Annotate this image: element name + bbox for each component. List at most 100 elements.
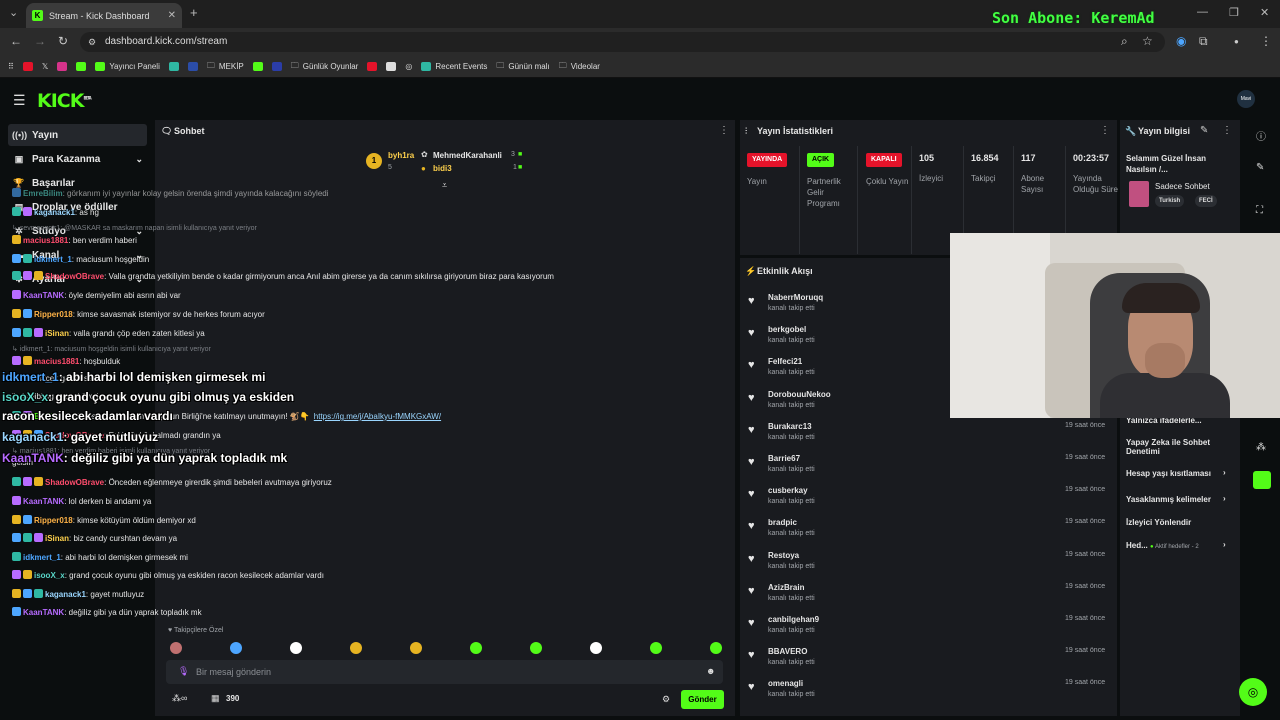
stats-menu-icon[interactable]: ⋮ xyxy=(1100,125,1110,136)
minimize-icon[interactable]: — xyxy=(1197,6,1208,18)
emote-icon[interactable] xyxy=(710,642,722,654)
youtube-bookmark[interactable] xyxy=(22,62,33,71)
back-icon[interactable]: ← xyxy=(10,34,22,48)
bookmark-icon-5[interactable] xyxy=(386,62,397,71)
chat-username[interactable]: iSinan xyxy=(45,329,69,338)
tag-feci[interactable]: FECİ xyxy=(1195,195,1217,207)
bookmark-icon-4[interactable] xyxy=(271,62,282,71)
extensions-puzzle-icon[interactable]: ⧉ xyxy=(1199,34,1208,49)
category-name[interactable]: Sadece Sohbet xyxy=(1155,182,1210,191)
chat-username[interactable]: KaanTANK xyxy=(23,291,64,300)
chat-message[interactable]: idkmert_1: maciusum hoşgeldin xyxy=(12,254,149,264)
chat-message[interactable]: KaanTANK: değiliz gibi ya dün yaprak top… xyxy=(12,607,202,617)
chat-message[interactable]: Ripper018: kimse kötüyüm öldüm demiyor x… xyxy=(12,515,196,525)
chat-message[interactable]: Ripper018: kimse savasmak istemiyor sv d… xyxy=(12,309,265,319)
chat-username[interactable]: idkmert_1 xyxy=(23,553,61,562)
bookmark-icon-6[interactable]: ◎ xyxy=(405,62,412,71)
info-setting-row[interactable]: Yapay Zeka ile Sohbet Denetimi xyxy=(1126,438,1221,456)
chat-username[interactable]: Ripper018 xyxy=(34,516,73,525)
chat-username[interactable]: EmreBilim xyxy=(23,189,63,198)
chat-message[interactable]: kaganack1: as hg xyxy=(12,207,99,217)
emote-icon[interactable] xyxy=(230,642,242,654)
mic-icon[interactable]: 🎙 xyxy=(178,666,189,677)
extension-icon[interactable]: ◉ xyxy=(1176,34,1186,48)
bookmark-gunluk-oyunlar[interactable]: 🗀 Günlük Oyunlar xyxy=(291,60,359,74)
chevron-down-icon[interactable]: ⌄ xyxy=(135,154,143,165)
support-chat-icon[interactable]: ◎ xyxy=(1239,678,1267,706)
chat-message[interactable]: ShadowOBrave: Önceden eğlenmeye girerdik… xyxy=(12,477,332,487)
apps-icon[interactable]: ⠿ xyxy=(8,62,14,71)
event-username[interactable]: cusberkay xyxy=(768,486,808,495)
event-username[interactable]: DorobouuNekoo xyxy=(768,390,831,399)
event-username[interactable]: canbilgehan9 xyxy=(768,615,819,624)
kick-bookmark[interactable] xyxy=(76,62,87,71)
event-username[interactable]: Burakarc13 xyxy=(768,422,812,431)
chat-message[interactable]: KaanTANK: öyle demiyelim abi asrın abi v… xyxy=(12,290,181,300)
emote-icon[interactable] xyxy=(290,642,302,654)
chat-link[interactable]: https://ig.me/j/AbaIkyu-fMMKGxAW/ xyxy=(314,412,441,421)
browser-tab[interactable]: K Stream - Kick Dashboard ✕ xyxy=(26,3,182,28)
bookmark-videolar[interactable]: 🗀 Videolar xyxy=(559,60,600,74)
chat-message[interactable]: KaanTANK: lol derken bi andamı ya xyxy=(12,496,151,506)
hamburger-menu-icon[interactable]: ☰ xyxy=(13,92,26,109)
chat-message[interactable]: iSinan: valla grandı çöp eden zaten kitl… xyxy=(12,328,205,338)
emote-icon[interactable] xyxy=(470,642,482,654)
tag-turkish[interactable]: Turkish xyxy=(1155,195,1185,207)
close-window-icon[interactable]: ✕ xyxy=(1260,6,1269,19)
bookmark-yayinci-paneli[interactable]: Yayıncı Paneli xyxy=(95,62,160,71)
chevron-right-icon[interactable]: › xyxy=(1223,494,1226,503)
avatar[interactable]: Mavi xyxy=(1237,90,1255,108)
share-icon[interactable]: ⁂ xyxy=(1256,442,1266,453)
category-thumbnail[interactable] xyxy=(1129,181,1149,207)
leader-user[interactable]: byh1ra xyxy=(388,151,414,160)
sidebar-item-0[interactable]: ((•)) Yayın xyxy=(8,124,147,146)
leader-user-2[interactable]: MehmedKarahanli xyxy=(433,151,502,160)
chat-message[interactable]: macius1881: hoşbulduk xyxy=(12,356,120,366)
emote-icon[interactable] xyxy=(170,642,182,654)
expand-leaderboard-icon[interactable]: ⩡ xyxy=(442,180,447,191)
chat-message[interactable]: macius1881: ben verdim haberi xyxy=(12,235,137,245)
chevron-right-icon[interactable]: › xyxy=(1223,468,1226,477)
bookmark-gunun-mali[interactable]: 🗀 Günün malı xyxy=(496,60,549,74)
chat-username[interactable]: macius1881 xyxy=(23,236,68,245)
info-setting-row[interactable]: Yasaklanmış kelimeler xyxy=(1126,495,1211,504)
kick-bookmark-2[interactable] xyxy=(252,62,263,71)
bookmark-recent-events[interactable]: Recent Events xyxy=(421,62,487,71)
goals-row[interactable]: Hed... ● Aktif hedefler - 2 xyxy=(1126,541,1199,550)
x-bookmark[interactable]: 𝕏 xyxy=(42,62,48,71)
chat-message[interactable]: ShadowOBrave: Valla grandta yetkiliyim b… xyxy=(12,271,554,281)
chat-message[interactable]: EmreBilim: görkanım iyi yayınlar kolay g… xyxy=(12,188,329,198)
info-setting-row[interactable]: İzleyici Yönlendir xyxy=(1126,518,1191,527)
chat-users-icon[interactable]: ⁂∞ xyxy=(172,693,187,704)
maximize-icon[interactable]: ❐ xyxy=(1229,6,1239,19)
chat-username[interactable]: KaanTANK xyxy=(23,608,64,617)
event-username[interactable]: NaberrMoruqq xyxy=(768,293,823,302)
info-icon[interactable]: ⓘ xyxy=(1256,128,1266,143)
chevron-right-icon[interactable]: › xyxy=(1223,540,1226,549)
chat-username[interactable]: ShadowOBrave xyxy=(45,272,104,281)
event-username[interactable]: omenagli xyxy=(768,679,803,688)
forward-icon[interactable]: → xyxy=(34,34,46,48)
zoom-icon[interactable]: ⌕ xyxy=(1121,34,1128,49)
chat-message[interactable]: iSinan: biz candy curshtan devam ya xyxy=(12,533,177,543)
event-username[interactable]: BBAVERO xyxy=(768,647,807,656)
chat-username[interactable]: KaanTANK xyxy=(23,497,64,506)
chat-username[interactable]: ShadowOBrave xyxy=(45,478,104,487)
edit-icon[interactable]: ✎ xyxy=(1200,125,1208,136)
emote-icon[interactable] xyxy=(350,642,362,654)
chart-icon[interactable] xyxy=(1253,471,1271,489)
tab-list-icon[interactable]: ⌄ xyxy=(9,6,18,19)
close-tab-icon[interactable]: ✕ xyxy=(168,10,176,21)
chat-username[interactable]: Ripper018 xyxy=(34,310,73,319)
chat-message-input[interactable]: Bir mesaj gönderin xyxy=(166,660,723,684)
site-settings-icon[interactable]: ⚙ xyxy=(88,37,96,48)
event-username[interactable]: AzizBrain xyxy=(768,583,804,592)
chat-username[interactable]: kaganack1 xyxy=(34,208,75,217)
send-button[interactable]: Gönder xyxy=(681,690,724,709)
reload-icon[interactable]: ↻ xyxy=(58,34,68,48)
event-username[interactable]: Barrie67 xyxy=(768,454,800,463)
browser-menu-icon[interactable]: ⋮ xyxy=(1260,34,1272,48)
chat-settings-icon[interactable]: ⚙ xyxy=(662,694,670,705)
info-menu-icon[interactable]: ⋮ xyxy=(1222,125,1232,136)
emote-icon[interactable] xyxy=(650,642,662,654)
